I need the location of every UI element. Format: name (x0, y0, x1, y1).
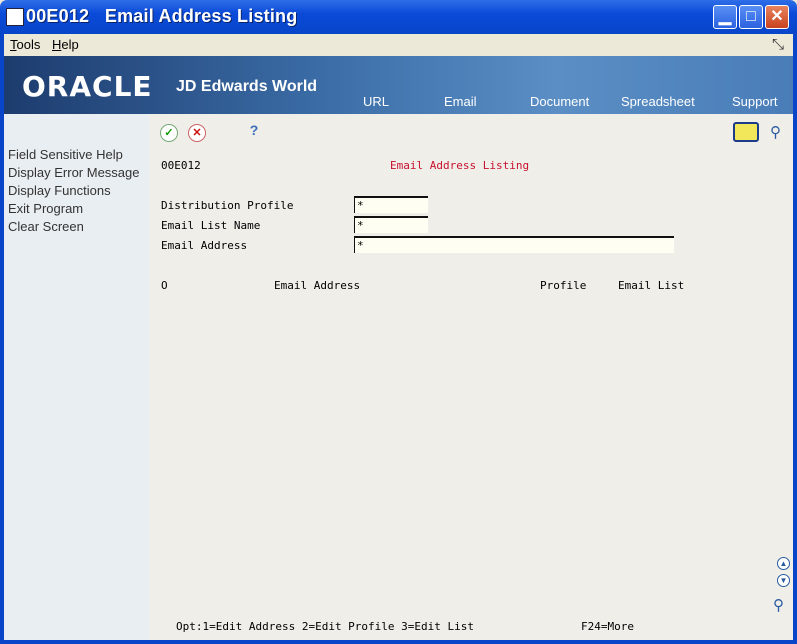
menu-help-label: elp (61, 37, 79, 52)
label-email-list-name: Email List Name (161, 219, 261, 232)
help-icon[interactable]: ? (246, 122, 262, 138)
message-icon[interactable] (733, 122, 759, 142)
maximize-icon: □ (746, 8, 756, 25)
banner-link-support[interactable]: Support (732, 94, 778, 109)
label-email-address: Email Address (161, 239, 248, 252)
menu-bar: Tools Help (4, 34, 793, 55)
oracle-logo: ORACLE (22, 70, 153, 103)
exit-icon[interactable]: ⤡ (772, 36, 784, 53)
footer-more[interactable]: F24=More (581, 620, 634, 633)
distribution-profile-field[interactable]: * (354, 196, 428, 213)
cancel-x-icon[interactable]: ✕ (188, 124, 206, 142)
scroll-up-icon[interactable]: ▲ (777, 557, 790, 570)
search-icon[interactable]: ⚲ (770, 123, 781, 141)
window-program-id: 00E012 (26, 6, 90, 26)
window-title: 00E012 Email Address Listing (26, 6, 297, 27)
window-frame-bottom (0, 640, 797, 644)
menu-help[interactable]: Help (52, 37, 79, 52)
application-window: 00E012 Email Address Listing ▁ □ ✕ Tools… (0, 0, 797, 644)
program-id: 00E012 (161, 159, 201, 172)
maximize-button[interactable]: □ (739, 5, 763, 29)
product-name: JD Edwards World (176, 78, 318, 95)
email-address-field[interactable]: * (354, 236, 674, 253)
window-frame-right (793, 34, 797, 644)
form-content: ✓ ✕ ? ⚲ 00E012 Email Address Listing Dis… (149, 114, 793, 640)
zoom-icon[interactable]: ⚲ (773, 596, 784, 614)
sidebar-item-clear[interactable]: Clear Screen (8, 219, 84, 234)
form-title: Email Address Listing (390, 159, 530, 172)
minimize-button[interactable]: ▁ (713, 5, 737, 29)
minimize-icon: ▁ (718, 8, 732, 25)
column-option: O (161, 279, 168, 292)
sidebar-item-field-help[interactable]: Field Sensitive Help (8, 147, 123, 162)
label-distribution-profile: Distribution Profile (161, 199, 294, 212)
close-icon: ✕ (770, 8, 784, 25)
column-profile: Profile (540, 279, 587, 292)
menu-tools[interactable]: Tools (10, 37, 40, 52)
sidebar-item-error-message[interactable]: Display Error Message (8, 165, 140, 180)
banner-link-email[interactable]: Email (444, 94, 477, 109)
title-bar: 00E012 Email Address Listing ▁ □ ✕ (0, 0, 797, 34)
column-email-address: Email Address (274, 279, 361, 292)
function-sidebar: Field Sensitive Help Display Error Messa… (4, 114, 149, 640)
oracle-banner: ORACLE JD Edwards World URL Email Docume… (4, 56, 793, 114)
footer-options: Opt:1=Edit Address 2=Edit Profile 3=Edit… (176, 620, 475, 633)
scroll-down-icon[interactable]: ▼ (777, 574, 790, 587)
banner-link-url[interactable]: URL (363, 94, 389, 109)
app-icon (6, 8, 24, 26)
banner-link-document[interactable]: Document (530, 94, 589, 109)
checkmark-icon[interactable]: ✓ (160, 124, 178, 142)
email-list-name-field[interactable]: * (354, 216, 428, 233)
close-button[interactable]: ✕ (765, 5, 789, 29)
banner-link-spreadsheet[interactable]: Spreadsheet (621, 94, 695, 109)
sidebar-item-exit[interactable]: Exit Program (8, 201, 83, 216)
column-email-list: Email List (618, 279, 685, 292)
sidebar-item-functions[interactable]: Display Functions (8, 183, 111, 198)
menu-help-mnemonic: H (52, 37, 62, 52)
window-app-name: Email Address Listing (104, 6, 298, 26)
menu-tools-label: ools (16, 37, 41, 52)
